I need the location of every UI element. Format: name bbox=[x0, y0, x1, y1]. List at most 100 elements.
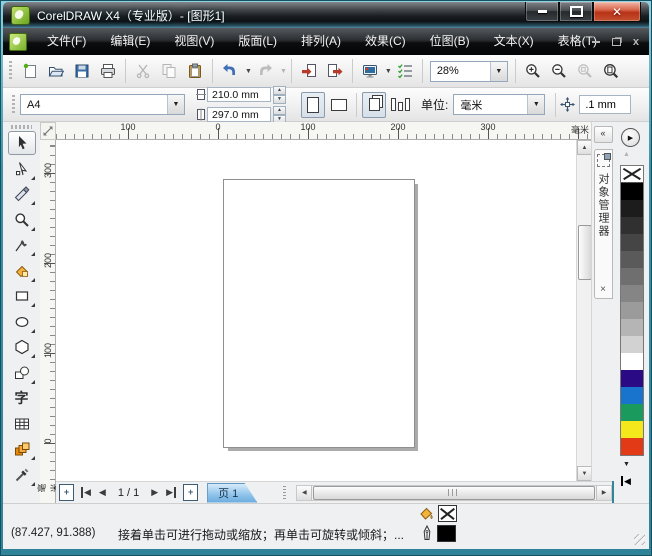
polygon-tool[interactable] bbox=[8, 335, 36, 359]
export-button[interactable] bbox=[323, 58, 347, 84]
menu-view[interactable]: 视图(V) bbox=[162, 28, 226, 55]
color-swatch[interactable] bbox=[621, 268, 643, 285]
menu-effects[interactable]: 效果(C) bbox=[353, 28, 418, 55]
flyout-arrow-icon[interactable] bbox=[30, 456, 35, 460]
add-page-button[interactable]: + bbox=[183, 484, 199, 501]
paper-width-field[interactable]: 210.0 mm bbox=[207, 87, 271, 102]
minimize-button[interactable] bbox=[525, 2, 559, 22]
color-swatch[interactable] bbox=[621, 217, 643, 234]
eyedropper-tool[interactable] bbox=[8, 463, 36, 487]
drawing-page[interactable] bbox=[223, 179, 415, 448]
first-page-button[interactable]: ◀ bbox=[81, 487, 91, 498]
text-tool[interactable]: 字 bbox=[8, 386, 36, 410]
ellipse-tool[interactable] bbox=[8, 310, 36, 334]
current-page-button[interactable] bbox=[388, 92, 412, 118]
docker-tab-object-manager[interactable]: 对象管理器 × bbox=[593, 149, 613, 299]
color-swatch[interactable] bbox=[621, 285, 643, 302]
flyout-arrow-icon[interactable] bbox=[30, 354, 35, 358]
color-swatch[interactable] bbox=[621, 370, 643, 387]
last-page-button[interactable]: ▶ bbox=[166, 487, 177, 498]
outline-color-swatch[interactable] bbox=[437, 525, 456, 542]
menu-file[interactable]: 文件(F) bbox=[35, 28, 98, 55]
undo-button[interactable] bbox=[218, 58, 242, 84]
navigator-splitter[interactable] bbox=[283, 485, 287, 500]
import-button[interactable] bbox=[297, 58, 321, 84]
flyout-arrow-icon[interactable] bbox=[30, 226, 35, 231]
palette-flyout-button[interactable]: ▶ bbox=[621, 128, 640, 147]
paper-type-combo[interactable]: A4 ▼ bbox=[20, 94, 185, 115]
menu-text[interactable]: 文本(X) bbox=[482, 28, 546, 55]
add-page-button[interactable]: + bbox=[59, 484, 74, 501]
application-launcher-button[interactable] bbox=[358, 58, 382, 84]
toolbox-grip[interactable] bbox=[11, 125, 32, 129]
color-swatch[interactable] bbox=[621, 387, 643, 404]
paper-width-spinner[interactable]: ▲ ▼ bbox=[273, 85, 286, 104]
flyout-arrow-icon[interactable] bbox=[30, 252, 35, 256]
scroll-left-button[interactable]: ◀ bbox=[297, 485, 313, 500]
property-bar-grip[interactable] bbox=[12, 94, 15, 115]
units-combo-arrow[interactable]: ▼ bbox=[527, 95, 545, 114]
crop-tool[interactable] bbox=[8, 182, 36, 206]
new-document-button[interactable] bbox=[18, 58, 42, 84]
zoom-to-page-button[interactable] bbox=[599, 58, 623, 84]
ruler-origin[interactable] bbox=[40, 122, 56, 140]
open-button[interactable] bbox=[44, 58, 68, 84]
portrait-orientation-button[interactable] bbox=[301, 91, 325, 118]
options-checklist-button[interactable] bbox=[393, 58, 417, 84]
zoom-level-combo[interactable]: 28% ▼ bbox=[429, 60, 508, 82]
flyout-arrow-icon[interactable] bbox=[30, 175, 35, 180]
vertical-scrollbar[interactable]: ▲ ▼ bbox=[576, 140, 592, 481]
zoom-out-button[interactable] bbox=[547, 58, 571, 84]
menu-bitmaps[interactable]: 位图(B) bbox=[418, 28, 482, 55]
scroll-down-button[interactable]: ▼ bbox=[577, 466, 592, 481]
color-swatch[interactable] bbox=[621, 336, 643, 353]
close-button[interactable]: ✕ bbox=[593, 2, 641, 22]
color-swatch[interactable] bbox=[621, 200, 643, 217]
interactive-blend-tool[interactable] bbox=[8, 437, 36, 461]
launcher-dropdown-arrow[interactable]: ▼ bbox=[385, 68, 392, 75]
flyout-arrow-icon[interactable] bbox=[30, 277, 35, 282]
horizontal-ruler[interactable]: 100 0 100 200 300 毫米 bbox=[56, 122, 591, 140]
color-swatch[interactable] bbox=[621, 404, 643, 421]
zoom-combo-arrow[interactable]: ▼ bbox=[489, 61, 507, 81]
landscape-orientation-button[interactable] bbox=[327, 92, 351, 118]
docker-collapse-button[interactable]: « bbox=[593, 126, 613, 143]
nudge-offset-field[interactable]: .1 mm bbox=[579, 95, 632, 114]
page-tab[interactable]: 页 1 bbox=[207, 483, 257, 503]
save-button[interactable] bbox=[70, 58, 94, 84]
spin-up-icon[interactable]: ▲ bbox=[273, 85, 286, 95]
doc-close-button[interactable]: x bbox=[633, 36, 639, 47]
color-swatch[interactable] bbox=[621, 319, 643, 336]
rectangle-tool[interactable] bbox=[8, 284, 36, 308]
menu-layout[interactable]: 版面(L) bbox=[226, 28, 289, 55]
flyout-arrow-icon[interactable] bbox=[30, 481, 35, 486]
doc-minimize-button[interactable] bbox=[591, 40, 600, 43]
shape-tool[interactable] bbox=[8, 157, 36, 181]
paste-button[interactable] bbox=[183, 58, 207, 84]
fill-indicator[interactable] bbox=[418, 505, 457, 522]
vertical-scroll-thumb[interactable] bbox=[578, 225, 592, 280]
window-resize-grip[interactable] bbox=[634, 534, 645, 545]
basic-shapes-tool[interactable] bbox=[8, 361, 36, 385]
pick-tool[interactable] bbox=[7, 131, 36, 155]
previous-page-button[interactable]: ◀ bbox=[99, 487, 106, 498]
paper-height-field[interactable]: 297.0 mm bbox=[207, 107, 271, 122]
spin-up-icon[interactable]: ▲ bbox=[273, 105, 286, 115]
doc-restore-button[interactable] bbox=[611, 37, 621, 46]
scroll-right-button[interactable]: ▶ bbox=[596, 485, 611, 500]
table-tool[interactable] bbox=[8, 412, 36, 436]
flyout-arrow-icon[interactable] bbox=[30, 303, 35, 307]
fill-color-swatch[interactable] bbox=[438, 505, 457, 522]
menu-arrange[interactable]: 排列(A) bbox=[289, 28, 353, 55]
flyout-arrow-icon[interactable] bbox=[30, 328, 35, 333]
smart-fill-tool[interactable] bbox=[8, 259, 36, 283]
outline-indicator[interactable] bbox=[420, 525, 456, 542]
color-swatch[interactable] bbox=[621, 353, 643, 370]
print-button[interactable] bbox=[96, 58, 120, 84]
freehand-tool[interactable] bbox=[8, 233, 36, 257]
color-swatch[interactable] bbox=[621, 183, 643, 200]
undo-dropdown-arrow[interactable]: ▼ bbox=[245, 68, 252, 75]
zoom-tool[interactable] bbox=[8, 208, 36, 232]
toolbar-grip[interactable] bbox=[9, 61, 12, 81]
flyout-arrow-icon[interactable] bbox=[30, 379, 35, 384]
